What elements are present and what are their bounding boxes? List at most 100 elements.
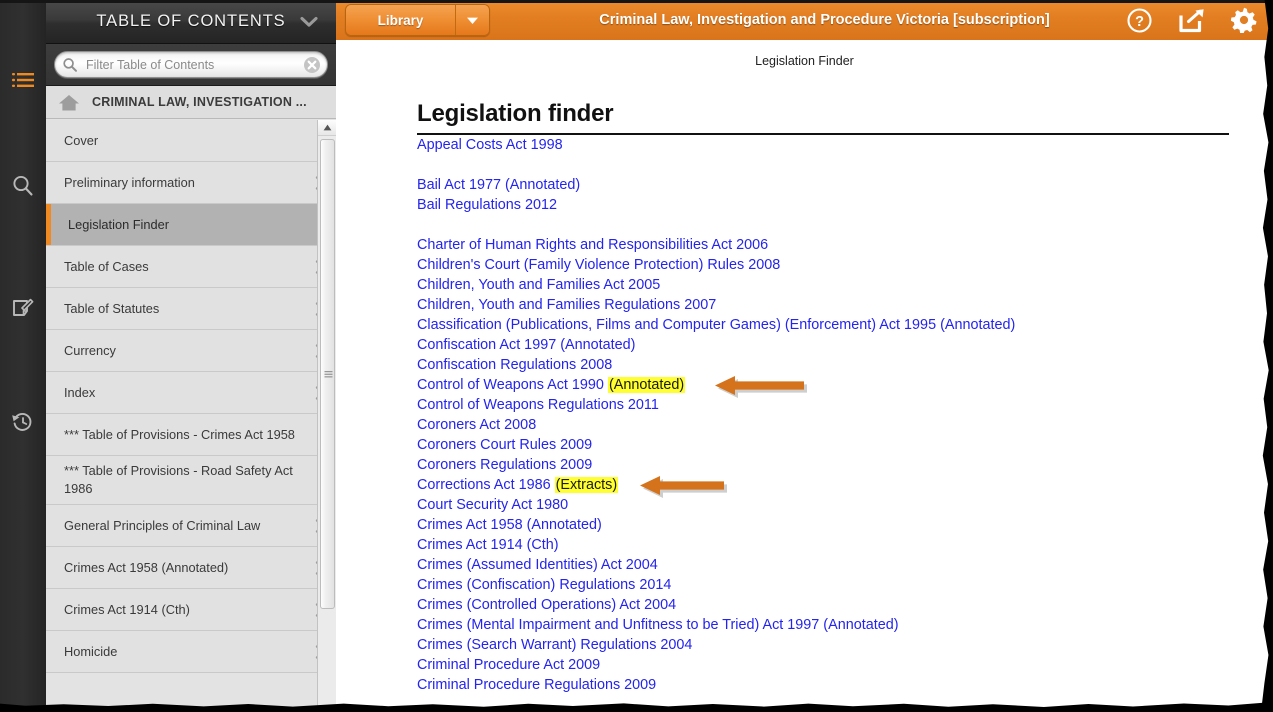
scroll-up-arrow-icon[interactable] <box>318 120 336 136</box>
sidebar-item[interactable]: Preliminary information <box>46 162 336 204</box>
toc-filter-bar <box>46 44 336 86</box>
gear-icon[interactable] <box>1230 7 1257 34</box>
legislation-link[interactable]: Coroners Regulations 2009 <box>417 455 1229 475</box>
legislation-link-text: Classification (Publications, Films and … <box>417 317 1016 333</box>
legislation-link[interactable]: Children, Youth and Families Regulations… <box>417 295 1229 315</box>
legislation-link[interactable]: Confiscation Regulations 2008 <box>417 355 1229 375</box>
top-toolbar: Library Criminal Law, Investigation and … <box>336 0 1273 40</box>
legislation-link-text: Appeal Costs Act 1998 <box>417 137 563 153</box>
legislation-link[interactable]: Control of Weapons Regulations 2011 <box>417 395 1229 415</box>
scrollbar-grip-icon <box>324 371 332 378</box>
sidebar-item-label: Currency <box>64 342 116 358</box>
library-button[interactable]: Library <box>345 4 490 36</box>
toc-scrollbar[interactable] <box>317 120 336 712</box>
sidebar-item[interactable]: Table of Cases <box>46 246 336 288</box>
legislation-link[interactable]: Coroners Court Rules 2009 <box>417 435 1229 455</box>
sidebar-item-label: General Principles of Criminal Law <box>64 517 261 533</box>
legislation-link[interactable]: Bail Regulations 2012 <box>417 195 1229 215</box>
legislation-link[interactable]: Crimes (Mental Impairment and Unfitness … <box>417 615 1229 635</box>
legislation-link-text: Crimes (Controlled Operations) Act 2004 <box>417 597 677 613</box>
sidebar-item[interactable]: Legislation Finder <box>46 204 336 246</box>
legislation-link[interactable]: Classification (Publications, Films and … <box>417 315 1229 335</box>
sidebar-item-label: Index <box>64 384 96 400</box>
sidebar-item-label: Table of Cases <box>64 258 149 274</box>
sidebar-item[interactable]: *** Table of Provisions - Road Safety Ac… <box>46 456 336 505</box>
legislation-group: Bail Act 1977 (Annotated) Bail Regulation… <box>417 175 1229 215</box>
sidebar-item[interactable]: Cover <box>46 120 336 162</box>
scrollbar-thumb[interactable] <box>320 139 335 609</box>
legislation-link[interactable]: Court Security Act 1980 <box>417 495 1229 515</box>
left-icon-rail <box>0 0 46 712</box>
sidebar-item[interactable]: General Principles of Criminal Law <box>46 505 336 547</box>
legislation-link[interactable]: Crimes (Confiscation) Regulations 2014 <box>417 575 1229 595</box>
legislation-link-text: Control of Weapons Regulations 2011 <box>417 397 659 413</box>
sidebar-item[interactable]: Crimes Act 1958 (Annotated) <box>46 547 336 589</box>
svg-text:?: ? <box>1135 14 1144 30</box>
legislation-link[interactable]: Crimes Act 1958 (Annotated) <box>417 515 1229 535</box>
toc-header: TABLE OF CONTENTS <box>46 0 336 44</box>
chevron-down-icon[interactable] <box>300 16 318 27</box>
history-icon[interactable] <box>0 399 46 445</box>
legislation-link[interactable]: Crimes (Controlled Operations) Act 2004 <box>417 595 1229 615</box>
notes-icon[interactable] <box>0 287 46 333</box>
application-window: TABLE OF CONTENTS Filter Table of Conten… <box>0 0 1273 712</box>
breadcrumb[interactable]: CRIMINAL LAW, INVESTIGATION ... <box>46 86 336 119</box>
legislation-link[interactable]: Crimes (Search Warrant) Regulations 2004 <box>417 635 1229 655</box>
legislation-link[interactable]: Crimes Act 1914 (Cth) <box>417 535 1229 555</box>
legislation-link[interactable]: Crimes (Assumed Identities) Act 2004 <box>417 555 1229 575</box>
legislation-link-text: Court Security Act 1980 <box>417 497 569 513</box>
legislation-link[interactable]: Corrections Act 1986 (Extracts) <box>417 475 1229 495</box>
legislation-link[interactable]: Criminal Procedure Regulations 2009 <box>417 675 1229 695</box>
legislation-link[interactable]: Charter of Human Rights and Responsibili… <box>417 235 1229 255</box>
legislation-link-text: Children, Youth and Families Regulations… <box>417 297 717 313</box>
sidebar-item-label: Preliminary information <box>64 174 195 190</box>
sidebar-item[interactable]: *** Table of Provisions - Crimes Act 195… <box>46 414 336 456</box>
legislation-link-text: Crimes (Assumed Identities) Act 2004 <box>417 557 658 573</box>
sidebar-item[interactable]: Homicide <box>46 631 336 673</box>
caret-down-icon[interactable] <box>456 5 489 35</box>
legislation-link-text: Coroners Court Rules 2009 <box>417 437 593 453</box>
sidebar-item[interactable]: Index <box>46 372 336 414</box>
document-content-area: Legislation Finder Legislation finder Ap… <box>336 40 1273 712</box>
toc-icon[interactable] <box>0 57 46 103</box>
legislation-link-text: Crimes (Search Warrant) Regulations 2004 <box>417 637 693 653</box>
legislation-link-text: Coroners Regulations 2009 <box>417 457 593 473</box>
legislation-link[interactable]: Criminal Procedure Act 2009 <box>417 655 1229 675</box>
sidebar-item[interactable]: Table of Statutes <box>46 288 336 330</box>
legislation-link[interactable]: Children, Youth and Families Act 2005 <box>417 275 1229 295</box>
sidebar-item[interactable]: Crimes Act 1914 (Cth) <box>46 589 336 631</box>
home-icon <box>58 93 80 112</box>
legislation-link-text: Coroners Act 2008 <box>417 417 537 433</box>
search-icon[interactable] <box>0 163 46 209</box>
legislation-link-text: Crimes (Mental Impairment and Unfitness … <box>417 617 899 633</box>
sidebar-item[interactable]: Currency <box>46 330 336 372</box>
legislation-group: Appeal Costs Act 1998 <box>417 135 1229 155</box>
clear-icon[interactable] <box>303 56 321 74</box>
legislation-link-text: Control of Weapons Act 1990 <box>417 377 608 393</box>
legislation-link[interactable]: Coroners Act 2008 <box>417 415 1229 435</box>
legislation-link[interactable]: Appeal Costs Act 1998 <box>417 135 1229 155</box>
legislation-link-text: Confiscation Act 1997 (Annotated) <box>417 337 636 353</box>
filter-field[interactable] <box>54 51 328 78</box>
legislation-group: Charter of Human Rights and Responsibili… <box>417 235 1229 695</box>
legislation-link[interactable]: Children's Court (Family Violence Protec… <box>417 255 1229 275</box>
legislation-link[interactable]: Control of Weapons Act 1990 (Annotated) <box>417 375 1229 395</box>
legislation-link[interactable]: Bail Act 1977 (Annotated) <box>417 175 1229 195</box>
legislation-link-text: Bail Regulations 2012 <box>417 197 558 213</box>
legislation-link-text: Children's Court (Family Violence Protec… <box>417 257 781 273</box>
highlighted-text: (Extracts) <box>554 477 619 493</box>
sidebar-item-label: *** Table of Provisions - Road Safety Ac… <box>64 463 293 496</box>
toc-title: TABLE OF CONTENTS <box>96 12 286 30</box>
legislation-link[interactable]: Confiscation Act 1997 (Annotated) <box>417 335 1229 355</box>
toc-item-list: Cover Preliminary information Legislation … <box>46 120 336 712</box>
help-icon[interactable]: ? <box>1127 7 1152 33</box>
sidebar-item-label: Homicide <box>64 643 118 659</box>
search-input[interactable] <box>78 56 303 73</box>
share-icon[interactable] <box>1178 8 1205 33</box>
table-of-contents-panel: TABLE OF CONTENTS Filter Table of Conten… <box>46 0 336 712</box>
library-button-label[interactable]: Library <box>346 5 456 35</box>
legislation-link-text: Confiscation Regulations 2008 <box>417 357 613 373</box>
legislation-list: Appeal Costs Act 1998 Bail Act 1977 (Anno… <box>417 135 1229 695</box>
